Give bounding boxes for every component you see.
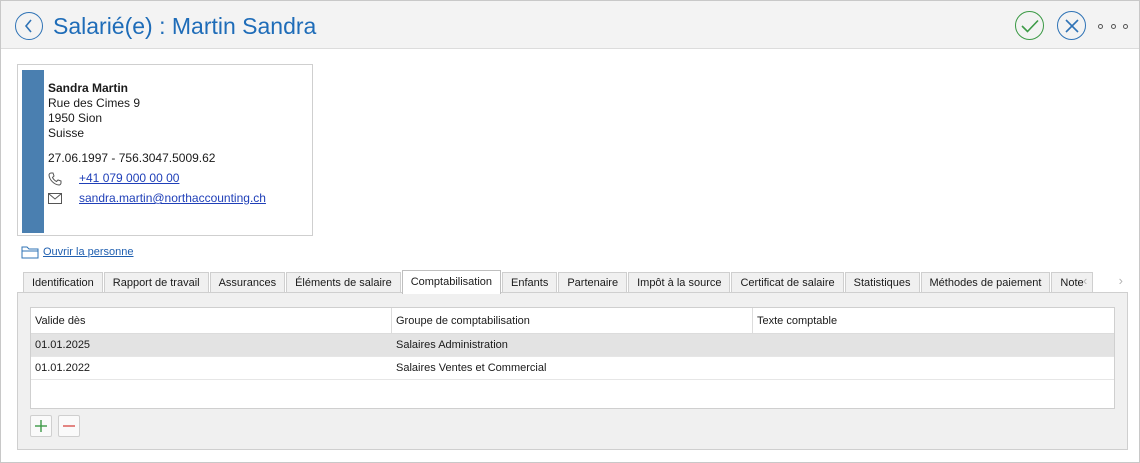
close-icon [1064, 18, 1079, 33]
contact-name: Sandra Martin [48, 81, 129, 95]
tab-enfants[interactable]: Enfants [502, 272, 558, 293]
card-body: Sandra Martin Rue des Cimes 9 1950 Sion … [48, 81, 308, 206]
open-person-link[interactable]: Ouvrir la personne [21, 245, 134, 259]
table-row[interactable]: 01.01.2025 Salaires Administration [31, 334, 1114, 357]
contact-country: Suisse [48, 126, 85, 140]
tab-panel-comptabilisation: Valide dès Groupe de comptabilisation Te… [17, 292, 1128, 450]
cell-text [753, 357, 1114, 379]
tab-elements-de-salaire[interactable]: Éléments de salaire [286, 272, 401, 293]
employee-window: Salarié(e) : Martin Sandra Sandra Martin… [0, 0, 1140, 463]
mail-icon [48, 193, 79, 204]
plus-icon [35, 420, 47, 432]
more-dots-icon [1110, 23, 1116, 29]
column-header-valid-from[interactable]: Valide dès [31, 308, 392, 333]
contact-birthdate-ssn: 27.06.1997 - 756.3047.5009.62 [48, 151, 216, 165]
accounting-grid: Valide dès Groupe de comptabilisation Te… [30, 307, 1115, 409]
more-options-button[interactable] [1098, 19, 1128, 33]
cell-group: Salaires Administration [396, 339, 508, 351]
remove-row-button[interactable] [58, 415, 80, 437]
tab-impot-a-la-source[interactable]: Impôt à la source [628, 272, 731, 293]
more-dots-icon [1123, 23, 1128, 29]
add-row-button[interactable] [30, 415, 52, 437]
phone-line: +41 079 000 00 00 [48, 171, 308, 186]
tab-identification[interactable]: Identification [23, 272, 103, 293]
tab-scroll-controls: ‹ › [1083, 273, 1123, 288]
tab-bar: Identification Rapport de travail Assura… [23, 270, 1094, 294]
cell-valid-from: 01.01.2025 [35, 339, 91, 351]
cell-valid-from: 01.01.2022 [35, 362, 91, 374]
tab-assurances[interactable]: Assurances [209, 272, 286, 293]
tab-statistiques[interactable]: Statistiques [844, 272, 920, 293]
contact-street: Rue des Cimes 9 [48, 96, 141, 110]
table-row[interactable]: 01.01.2022 Salaires Ventes et Commercial [31, 357, 1114, 380]
contact-card: Sandra Martin Rue des Cimes 9 1950 Sion … [17, 64, 313, 236]
minus-icon [63, 425, 75, 427]
header-bar: Salarié(e) : Martin Sandra [1, 1, 1139, 49]
back-button[interactable] [15, 12, 43, 40]
check-icon [1020, 19, 1039, 33]
card-accent-bar [22, 70, 44, 233]
tab-certificat-de-salaire[interactable]: Certificat de salaire [731, 272, 844, 293]
tab-comptabilisation[interactable]: Comptabilisation [401, 270, 502, 294]
cell-group: Salaires Ventes et Commercial [396, 362, 547, 374]
column-header-text[interactable]: Texte comptable [753, 308, 1114, 333]
grid-header: Valide dès Groupe de comptabilisation Te… [31, 308, 1114, 334]
page-title: Salarié(e) : Martin Sandra [53, 13, 317, 39]
folder-icon [21, 246, 39, 259]
email-link[interactable]: sandra.martin@northaccounting.ch [79, 191, 266, 206]
tab-methodes-de-paiement[interactable]: Méthodes de paiement [920, 272, 1051, 293]
email-line: sandra.martin@northaccounting.ch [48, 191, 308, 206]
column-header-group[interactable]: Groupe de comptabilisation [392, 308, 753, 333]
open-person-label[interactable]: Ouvrir la personne [43, 246, 134, 258]
contact-city: 1950 Sion [48, 111, 103, 125]
phone-icon [48, 172, 79, 186]
cancel-button[interactable] [1057, 11, 1086, 40]
chevron-left-icon [24, 19, 32, 33]
tab-scroll-right-icon[interactable]: › [1119, 273, 1123, 288]
phone-link[interactable]: +41 079 000 00 00 [79, 171, 179, 186]
more-dots-icon [1098, 23, 1103, 29]
confirm-button[interactable] [1015, 11, 1044, 40]
cell-text [753, 334, 1114, 356]
tab-rapport-de-travail[interactable]: Rapport de travail [103, 272, 209, 293]
tab-partenaire[interactable]: Partenaire [558, 272, 628, 293]
tab-scroll-left-icon[interactable]: ‹ [1083, 273, 1087, 288]
